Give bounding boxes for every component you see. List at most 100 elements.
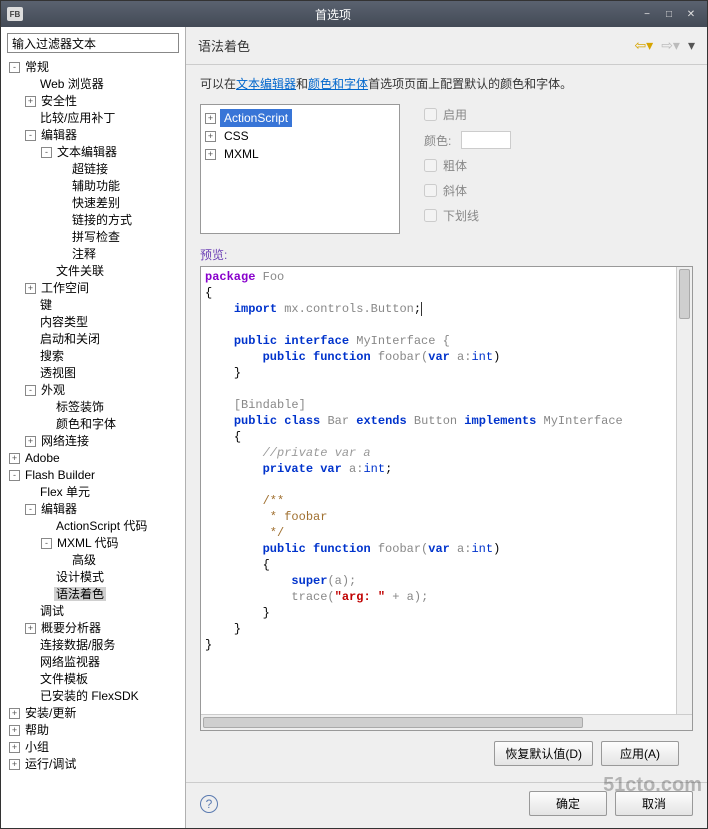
tree-item[interactable]: +网络连接 — [3, 433, 185, 450]
tree-item[interactable]: 内容类型 — [3, 314, 185, 331]
bold-checkbox[interactable]: 粗体 — [424, 157, 511, 174]
tree-item[interactable]: 透视图 — [3, 365, 185, 382]
close-button[interactable]: ✕ — [681, 7, 701, 21]
tree-item[interactable]: 启动和关闭 — [3, 331, 185, 348]
tree-label[interactable]: 颜色和字体 — [54, 417, 118, 431]
tree-label[interactable]: Flash Builder — [23, 468, 97, 482]
tree-label[interactable]: 常规 — [23, 60, 51, 74]
tree-item[interactable]: Flex 单元 — [3, 484, 185, 501]
nav-back-icon[interactable]: ⇦▾ — [634, 37, 653, 54]
tree-label[interactable]: 设计模式 — [54, 570, 106, 584]
tree-label[interactable]: 编辑器 — [39, 128, 79, 142]
tree-toggle-icon[interactable]: - — [25, 130, 36, 141]
tree-item[interactable]: 连接数据/服务 — [3, 637, 185, 654]
ok-button[interactable]: 确定 — [529, 791, 607, 816]
tree-label[interactable]: MXML 代码 — [55, 536, 121, 550]
tree-label[interactable]: 网络连接 — [39, 434, 91, 448]
tree-item[interactable]: 辅助功能 — [3, 178, 185, 195]
tree-item[interactable]: 文件关联 — [3, 263, 185, 280]
tree-item[interactable]: 调试 — [3, 603, 185, 620]
tree-label[interactable]: 网络监视器 — [38, 655, 102, 669]
tree-toggle-icon[interactable]: + — [9, 708, 20, 719]
tree-toggle-icon[interactable]: - — [9, 470, 20, 481]
tree-label[interactable]: 比较/应用补丁 — [38, 111, 117, 125]
tree-label[interactable]: 调试 — [38, 604, 66, 618]
tree-toggle-icon[interactable]: + — [25, 436, 36, 447]
preferences-tree[interactable]: -常规Web 浏览器+安全性比较/应用补丁-编辑器-文本编辑器超链接辅助功能快速… — [1, 59, 185, 828]
tree-item[interactable]: +安装/更新 — [3, 705, 185, 722]
tree-toggle-icon[interactable]: - — [25, 385, 36, 396]
tree-label[interactable]: 辅助功能 — [70, 179, 122, 193]
tree-item[interactable]: 颜色和字体 — [3, 416, 185, 433]
tree-item[interactable]: -常规 — [3, 59, 185, 76]
maximize-button[interactable]: □ — [659, 7, 679, 21]
cancel-button[interactable]: 取消 — [615, 791, 693, 816]
tree-item[interactable]: +Adobe — [3, 450, 185, 467]
tree-label[interactable]: 小组 — [23, 740, 51, 754]
syntax-category-label[interactable]: ActionScript — [220, 109, 292, 127]
tree-item[interactable]: 注释 — [3, 246, 185, 263]
help-icon[interactable]: ? — [200, 795, 218, 813]
tree-item[interactable]: 标签装饰 — [3, 399, 185, 416]
tree-item[interactable]: -文本编辑器 — [3, 144, 185, 161]
tree-item[interactable]: 搜索 — [3, 348, 185, 365]
tree-toggle-icon[interactable]: - — [9, 62, 20, 73]
tree-toggle-icon[interactable]: + — [9, 453, 20, 464]
tree-label[interactable]: ActionScript 代码 — [54, 519, 149, 533]
tree-label[interactable]: 已安装的 FlexSDK — [38, 689, 141, 703]
italic-checkbox[interactable]: 斜体 — [424, 182, 511, 199]
tree-item[interactable]: 快速差别 — [3, 195, 185, 212]
tree-label[interactable]: 文件模板 — [38, 672, 90, 686]
tree-item[interactable]: 比较/应用补丁 — [3, 110, 185, 127]
syntax-category[interactable]: + ActionScript — [205, 109, 395, 127]
tree-label[interactable]: 语法着色 — [54, 587, 106, 601]
expand-icon[interactable]: + — [205, 113, 216, 124]
tree-item[interactable]: +小组 — [3, 739, 185, 756]
syntax-category-label[interactable]: MXML — [220, 145, 263, 163]
titlebar[interactable]: FB 首选项 − □ ✕ — [1, 1, 707, 27]
tree-toggle-icon[interactable]: + — [25, 96, 36, 107]
tree-label[interactable]: 注释 — [70, 247, 98, 261]
expand-icon[interactable]: + — [205, 131, 216, 142]
tree-label[interactable]: 启动和关闭 — [38, 332, 102, 346]
tree-label[interactable]: 安全性 — [39, 94, 79, 108]
tree-label[interactable]: 文本编辑器 — [55, 145, 119, 159]
tree-item[interactable]: +帮助 — [3, 722, 185, 739]
tree-toggle-icon[interactable]: - — [25, 504, 36, 515]
tree-item[interactable]: 设计模式 — [3, 569, 185, 586]
tree-label[interactable]: 安装/更新 — [23, 706, 78, 720]
underline-checkbox[interactable]: 下划线 — [424, 207, 511, 224]
enable-checkbox[interactable]: 启用 — [424, 106, 511, 123]
tree-item[interactable]: +安全性 — [3, 93, 185, 110]
tree-label[interactable]: 透视图 — [38, 366, 78, 380]
apply-button[interactable]: 应用(A) — [601, 741, 679, 766]
tree-item[interactable]: 高级 — [3, 552, 185, 569]
color-swatch[interactable] — [461, 131, 511, 149]
tree-item[interactable]: 拼写检查 — [3, 229, 185, 246]
expand-icon[interactable]: + — [205, 149, 216, 160]
vertical-scrollbar[interactable] — [676, 267, 692, 714]
tree-toggle-icon[interactable]: - — [41, 538, 52, 549]
syntax-category[interactable]: +CSS — [205, 127, 395, 145]
tree-item[interactable]: 语法着色 — [3, 586, 185, 603]
tree-label[interactable]: 工作空间 — [39, 281, 91, 295]
tree-toggle-icon[interactable]: + — [9, 725, 20, 736]
horizontal-scrollbar[interactable] — [201, 714, 692, 730]
tree-item[interactable]: +概要分析器 — [3, 620, 185, 637]
tree-toggle-icon[interactable]: + — [25, 283, 36, 294]
tree-label[interactable]: 搜索 — [38, 349, 66, 363]
tree-item[interactable]: -编辑器 — [3, 501, 185, 518]
tree-label[interactable]: 内容类型 — [38, 315, 90, 329]
tree-label[interactable]: 拼写检查 — [70, 230, 122, 244]
tree-label[interactable]: 帮助 — [23, 723, 51, 737]
tree-label[interactable]: 运行/调试 — [23, 757, 78, 771]
tree-label[interactable]: 编辑器 — [39, 502, 79, 516]
preview-box[interactable]: package Foo { import mx.controls.Button;… — [200, 266, 693, 731]
syntax-element-list[interactable]: +ActionScript+CSS+MXML — [200, 104, 400, 234]
syntax-category[interactable]: + MXML — [205, 145, 395, 163]
tree-label[interactable]: 文件关联 — [54, 264, 106, 278]
tree-item[interactable]: 已安装的 FlexSDK — [3, 688, 185, 705]
tree-toggle-icon[interactable]: + — [9, 742, 20, 753]
tree-toggle-icon[interactable]: - — [41, 147, 52, 158]
filter-input[interactable] — [7, 33, 179, 53]
